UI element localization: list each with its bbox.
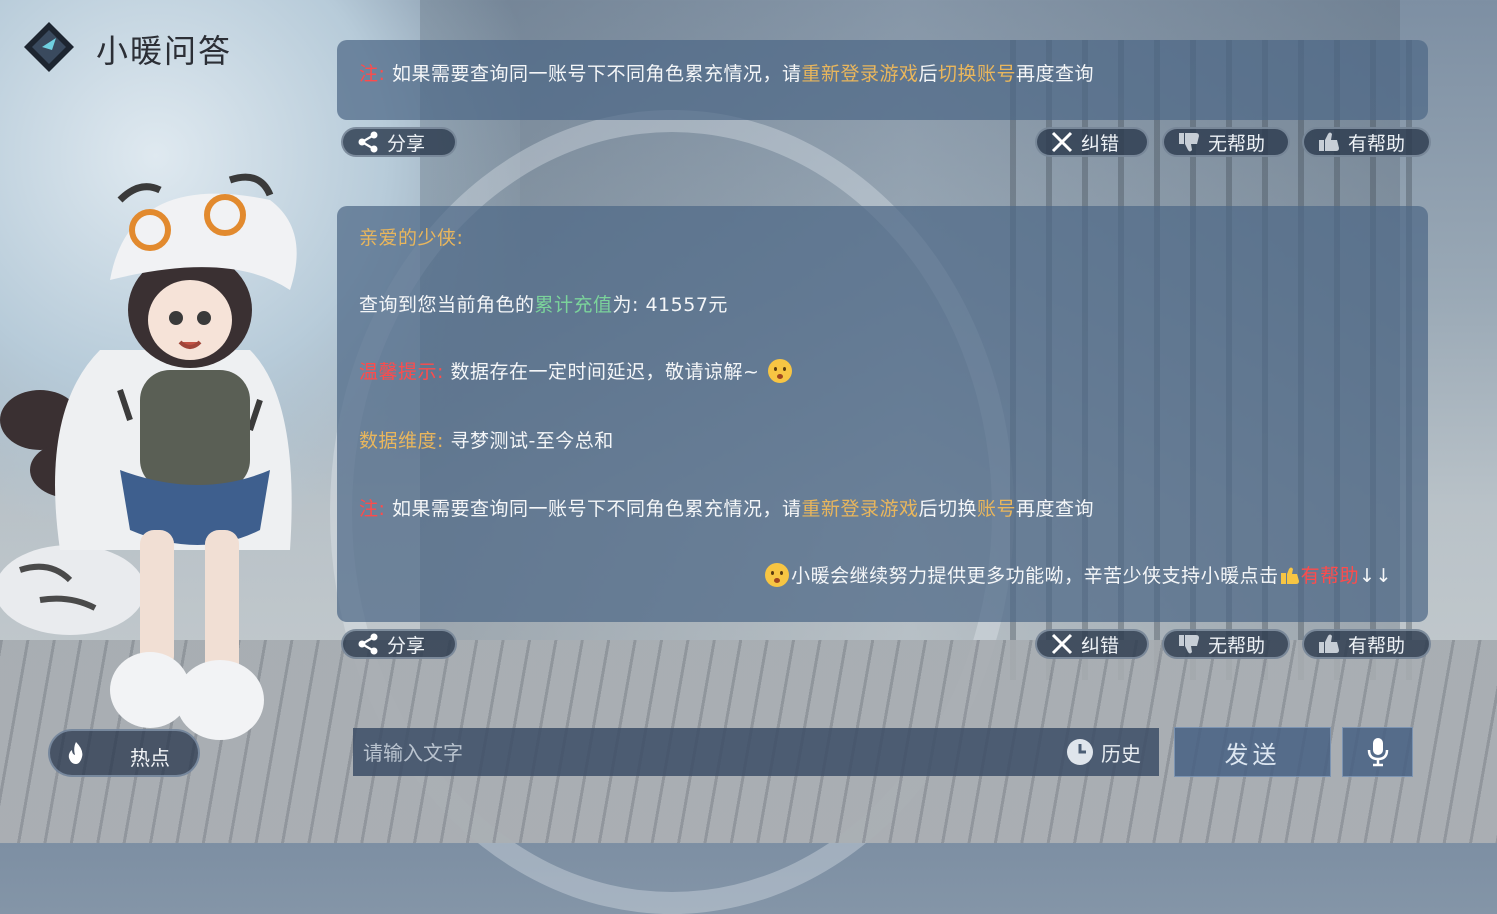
character-illustration <box>0 173 297 740</box>
kiss-emoji-icon <box>765 563 790 587</box>
app-title: 小暖问答 <box>96 32 233 70</box>
close-icon <box>1051 131 1073 153</box>
thumbs-down-icon <box>1179 133 1199 152</box>
flame-icon <box>68 742 83 764</box>
recharge-line: 查询到您当前角色的累计充值为: 41557元 <box>359 294 728 316</box>
thumbs-up-emoji-icon <box>1280 567 1299 584</box>
close-icon <box>1051 633 1073 655</box>
correct-button[interactable]: 纠错 <box>1035 127 1149 157</box>
answer-panel-previous: 注: 如果需要查询同一账号下不同角色累充情况，请重新登录游戏后切换账号再度查询 <box>337 40 1428 120</box>
input-bar: 历史 <box>353 728 1159 778</box>
thumbs-up-icon <box>1319 132 1339 151</box>
microphone-icon <box>1367 738 1388 767</box>
greeting: 亲爱的少侠: <box>359 227 464 249</box>
helpful-button[interactable]: 有帮助 <box>1302 629 1431 659</box>
clock-icon <box>1067 739 1093 765</box>
thumbs-up-icon <box>1319 634 1339 653</box>
send-button[interactable]: 发送 <box>1174 727 1331 777</box>
share-button[interactable]: 分享 <box>341 127 457 157</box>
thumbs-down-icon <box>1179 635 1199 654</box>
answer-panel-current: 亲爱的少侠: 查询到您当前角色的累计充值为: 41557元 温馨提示: 数据存在… <box>337 206 1428 622</box>
history-button[interactable]: 历史 <box>1065 736 1141 768</box>
closing-line: 小暖会继续努力提供更多功能呦，辛苦少侠支持小暖点击 有帮助↓↓ <box>763 561 1392 588</box>
diamond-logo-icon <box>24 22 74 72</box>
share-icon <box>358 131 378 153</box>
kiss-emoji-icon <box>767 359 792 383</box>
question-input[interactable] <box>361 728 1055 778</box>
microphone-button[interactable] <box>1342 727 1413 777</box>
correct-button[interactable]: 纠错 <box>1035 629 1149 659</box>
unhelpful-button[interactable]: 无帮助 <box>1162 127 1290 157</box>
tip-line: 温馨提示: 数据存在一定时间延迟，敬请谅解~ <box>359 357 794 384</box>
share-button[interactable]: 分享 <box>341 629 457 659</box>
unhelpful-button[interactable]: 无帮助 <box>1162 629 1290 659</box>
share-icon <box>358 633 378 655</box>
note-line: 注: 如果需要查询同一账号下不同角色累充情况，请重新登录游戏后切换账号再度查询 <box>359 63 1095 85</box>
dimension-line: 数据维度: 寻梦测试-至今总和 <box>359 430 614 452</box>
helpful-button[interactable]: 有帮助 <box>1302 127 1431 157</box>
hot-topics-button[interactable]: 热点 <box>48 729 200 777</box>
note-line: 注: 如果需要查询同一账号下不同角色累充情况，请重新登录游戏后切换账号再度查询 <box>359 498 1095 520</box>
